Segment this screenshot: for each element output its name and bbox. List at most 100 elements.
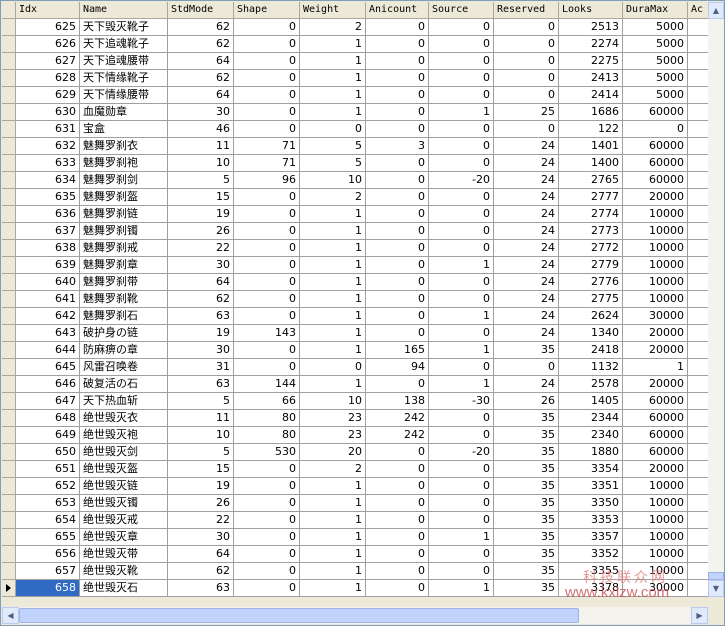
cell-shape[interactable]: 0 xyxy=(234,87,300,104)
row-indicator[interactable] xyxy=(2,155,16,172)
cell-reserved[interactable]: 35 xyxy=(494,342,559,359)
cell-looks[interactable]: 1405 xyxy=(559,393,623,410)
cell-reserved[interactable]: 24 xyxy=(494,325,559,342)
cell-name[interactable]: 天下热血斩 xyxy=(80,393,168,410)
column-header-shape[interactable]: Shape xyxy=(234,2,300,19)
cell-source[interactable]: 1 xyxy=(429,308,494,325)
cell-looks[interactable]: 2344 xyxy=(559,410,623,427)
vertical-scrollbar[interactable]: ▲ ▼ xyxy=(708,2,724,597)
cell-looks[interactable]: 2413 xyxy=(559,70,623,87)
cell-stdmode[interactable]: 62 xyxy=(168,291,234,308)
cell-idx[interactable]: 649 xyxy=(16,427,80,444)
cell-reserved[interactable]: 35 xyxy=(494,580,559,597)
column-header-ac[interactable]: Ac xyxy=(688,2,708,19)
cell-source[interactable]: 1 xyxy=(429,342,494,359)
cell-source[interactable]: 0 xyxy=(429,138,494,155)
column-header-name[interactable]: Name xyxy=(80,2,168,19)
cell-anicount[interactable]: 0 xyxy=(366,529,429,546)
row-indicator[interactable] xyxy=(2,461,16,478)
cell-weight[interactable]: 5 xyxy=(300,155,366,172)
cell-shape[interactable]: 0 xyxy=(234,70,300,87)
cell-ac[interactable] xyxy=(688,36,708,53)
cell-reserved[interactable]: 24 xyxy=(494,308,559,325)
cell-source[interactable]: 0 xyxy=(429,36,494,53)
cell-looks[interactable]: 2776 xyxy=(559,274,623,291)
cell-source[interactable]: 0 xyxy=(429,461,494,478)
cell-name[interactable]: 天下追魂靴子 xyxy=(80,36,168,53)
cell-reserved[interactable]: 24 xyxy=(494,274,559,291)
table-row[interactable]: 627 天下追魂腰带 64 0 1 0 0 0 2275 5000 xyxy=(2,53,708,70)
cell-anicount[interactable]: 0 xyxy=(366,308,429,325)
row-indicator[interactable] xyxy=(2,291,16,308)
cell-anicount[interactable]: 0 xyxy=(366,53,429,70)
cell-anicount[interactable]: 0 xyxy=(366,36,429,53)
cell-name[interactable]: 天下追魂腰带 xyxy=(80,53,168,70)
row-indicator[interactable] xyxy=(2,444,16,461)
cell-weight[interactable]: 1 xyxy=(300,529,366,546)
cell-shape[interactable]: 0 xyxy=(234,53,300,70)
cell-weight[interactable]: 10 xyxy=(300,393,366,410)
cell-duramax[interactable]: 10000 xyxy=(623,240,688,257)
cell-ac[interactable] xyxy=(688,308,708,325)
cell-reserved[interactable]: 24 xyxy=(494,138,559,155)
arrow-left-icon[interactable]: ◀ xyxy=(2,607,19,624)
cell-anicount[interactable]: 0 xyxy=(366,563,429,580)
cell-shape[interactable]: 144 xyxy=(234,376,300,393)
cell-looks[interactable]: 122 xyxy=(559,121,623,138)
cell-stdmode[interactable]: 63 xyxy=(168,376,234,393)
cell-stdmode[interactable]: 64 xyxy=(168,274,234,291)
cell-source[interactable]: 0 xyxy=(429,291,494,308)
cell-duramax[interactable]: 60000 xyxy=(623,138,688,155)
cell-weight[interactable]: 1 xyxy=(300,342,366,359)
cell-stdmode[interactable]: 10 xyxy=(168,155,234,172)
cell-weight[interactable]: 1 xyxy=(300,70,366,87)
table-row[interactable]: 629 天下情缘腰带 64 0 1 0 0 0 2414 5000 xyxy=(2,87,708,104)
cell-weight[interactable]: 0 xyxy=(300,121,366,138)
cell-stdmode[interactable]: 62 xyxy=(168,36,234,53)
row-indicator[interactable] xyxy=(2,308,16,325)
row-indicator[interactable] xyxy=(2,563,16,580)
cell-reserved[interactable]: 35 xyxy=(494,495,559,512)
row-indicator[interactable] xyxy=(2,206,16,223)
cell-name[interactable]: 绝世毁灭戒 xyxy=(80,512,168,529)
cell-reserved[interactable]: 35 xyxy=(494,546,559,563)
cell-idx[interactable]: 657 xyxy=(16,563,80,580)
cell-duramax[interactable]: 60000 xyxy=(623,410,688,427)
cell-shape[interactable]: 0 xyxy=(234,274,300,291)
column-header-weight[interactable]: Weight xyxy=(300,2,366,19)
cell-weight[interactable]: 1 xyxy=(300,223,366,240)
cell-source[interactable]: 0 xyxy=(429,274,494,291)
cell-idx[interactable]: 634 xyxy=(16,172,80,189)
cell-weight[interactable]: 1 xyxy=(300,104,366,121)
cell-shape[interactable]: 0 xyxy=(234,359,300,376)
cell-reserved[interactable]: 24 xyxy=(494,206,559,223)
cell-anicount[interactable]: 3 xyxy=(366,138,429,155)
cell-idx[interactable]: 653 xyxy=(16,495,80,512)
cell-name[interactable]: 天下毁灭靴子 xyxy=(80,19,168,36)
column-header-duramax[interactable]: DuraMax xyxy=(623,2,688,19)
cell-idx[interactable]: 629 xyxy=(16,87,80,104)
cell-weight[interactable]: 0 xyxy=(300,359,366,376)
cell-looks[interactable]: 2773 xyxy=(559,223,623,240)
cell-shape[interactable]: 0 xyxy=(234,257,300,274)
cell-anicount[interactable]: 0 xyxy=(366,206,429,223)
cell-anicount[interactable]: 94 xyxy=(366,359,429,376)
cell-weight[interactable]: 1 xyxy=(300,376,366,393)
cell-shape[interactable]: 530 xyxy=(234,444,300,461)
row-indicator[interactable] xyxy=(2,427,16,444)
cell-source[interactable]: 0 xyxy=(429,563,494,580)
cell-source[interactable]: 0 xyxy=(429,427,494,444)
table-row[interactable]: 635 魅舞罗刹盔 15 0 2 0 0 24 2777 20000 xyxy=(2,189,708,206)
cell-name[interactable]: 魅舞罗刹石 xyxy=(80,308,168,325)
cell-name[interactable]: 破复活の石 xyxy=(80,376,168,393)
cell-ac[interactable] xyxy=(688,495,708,512)
cell-shape[interactable]: 80 xyxy=(234,427,300,444)
cell-name[interactable]: 绝世毁灭带 xyxy=(80,546,168,563)
cell-looks[interactable]: 2765 xyxy=(559,172,623,189)
row-indicator[interactable] xyxy=(2,512,16,529)
row-indicator[interactable] xyxy=(2,104,16,121)
cell-shape[interactable]: 0 xyxy=(234,240,300,257)
cell-idx[interactable]: 643 xyxy=(16,325,80,342)
cell-name[interactable]: 防麻痹の章 xyxy=(80,342,168,359)
cell-name[interactable]: 魅舞罗刹盔 xyxy=(80,189,168,206)
